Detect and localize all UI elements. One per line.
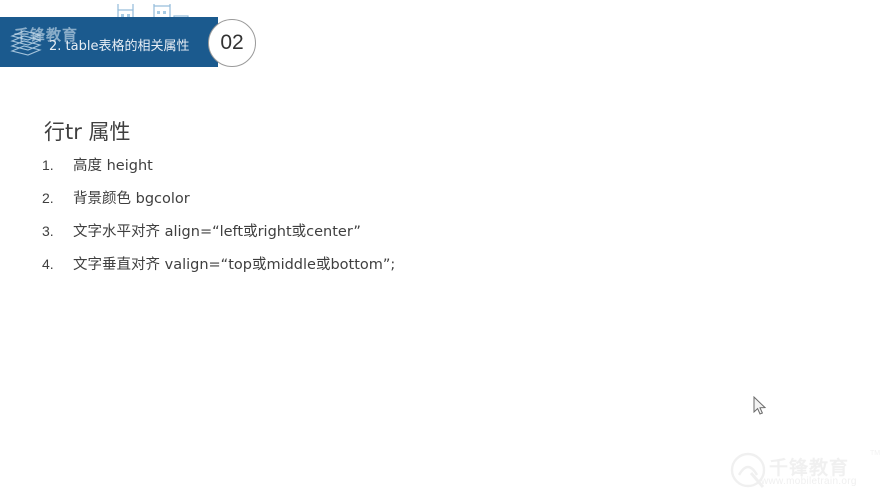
list-item: 2. 背景颜色 bgcolor [42,187,742,220]
watermark-trademark: TM [870,450,881,457]
list-item-label: 文字垂直对齐 valign=“top或middle或bottom”; [73,257,396,273]
watermark: 千锋教育 TM www.mobiletrain.org [729,449,884,495]
list-item: 3. 文字水平对齐 align=“left或right或center” [42,220,742,253]
list-item-label: 文字水平对齐 align=“left或right或center” [73,224,361,240]
page-title: 行tr 属性 [44,120,131,144]
list-item: 1. 高度 height [42,154,742,187]
list-item: 4. 文字垂直对齐 valign=“top或middle或bottom”; [42,253,742,286]
slide-body: 行tr 属性 1. 高度 height 2. 背景颜色 bgcolor 3. 文… [0,0,889,500]
watermark-url: www.mobiletrain.org [761,476,857,487]
list-item-number: 1. [42,157,54,173]
list-item-label: 背景颜色 bgcolor [73,191,190,207]
properties-list: 1. 高度 height 2. 背景颜色 bgcolor 3. 文字水平对齐 a… [42,154,742,286]
slide-canvas: 千锋教育 2. table表格的相关属性 02 行tr 属性 1. 高度 hei… [0,0,889,500]
list-item-number: 4. [42,256,54,272]
list-item-number: 2. [42,190,54,206]
list-item-number: 3. [42,223,54,239]
list-item-label: 高度 height [73,158,153,174]
